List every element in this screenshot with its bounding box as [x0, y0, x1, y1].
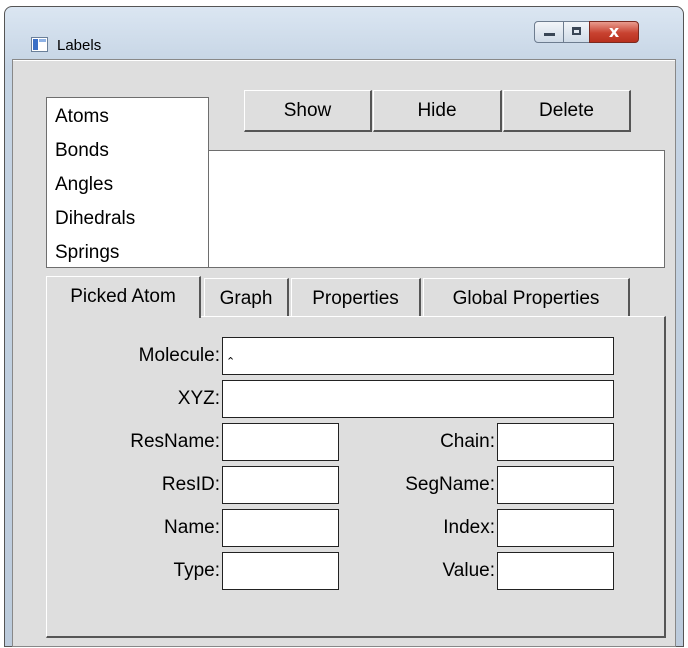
resid-label: ResID: — [161, 474, 220, 495]
segname-field[interactable] — [497, 466, 614, 504]
index-field[interactable] — [497, 509, 614, 547]
value-field[interactable] — [497, 552, 614, 590]
type-field[interactable] — [222, 552, 339, 590]
picked-atom-panel: Molecule: ⌃ XYZ: ResName: Chain: ResID: … — [46, 316, 666, 638]
value-label: Value: — [442, 560, 495, 581]
molecule-label: Molecule: — [138, 345, 220, 366]
list-item-springs[interactable]: Springs — [47, 239, 208, 273]
resname-label: ResName: — [130, 431, 220, 452]
segname-label: SegName: — [405, 474, 495, 495]
labels-window: Labels x Atoms Bonds Angles Dihedrals Sp… — [4, 6, 684, 647]
resid-field[interactable] — [222, 466, 339, 504]
tab-global-properties[interactable]: Global Properties — [423, 278, 630, 316]
name-label: Name: — [164, 517, 220, 538]
client-area: Atoms Bonds Angles Dihedrals Springs Sho… — [12, 59, 676, 647]
chain-label: Chain: — [440, 431, 495, 452]
labels-listbox[interactable] — [203, 150, 665, 268]
window-title: Labels — [57, 37, 102, 54]
list-item-angles[interactable]: Angles — [47, 171, 208, 205]
index-label: Index: — [443, 517, 495, 538]
delete-button[interactable]: Delete — [503, 90, 631, 132]
maximize-button[interactable] — [563, 21, 590, 43]
tab-graph[interactable]: Graph — [204, 278, 289, 316]
close-icon: x — [608, 22, 620, 41]
tab-properties[interactable]: Properties — [291, 278, 421, 316]
minimize-button[interactable] — [534, 21, 564, 43]
resname-field[interactable] — [222, 423, 339, 461]
chain-field[interactable] — [497, 423, 614, 461]
label-type-list[interactable]: Atoms Bonds Angles Dihedrals Springs — [46, 97, 209, 268]
window-app-icon[interactable] — [31, 37, 48, 52]
name-field[interactable] — [222, 509, 339, 547]
hide-button[interactable]: Hide — [373, 90, 502, 132]
tab-picked-atom[interactable]: Picked Atom — [46, 276, 201, 318]
title-bar[interactable]: Labels x — [5, 7, 683, 59]
close-button[interactable]: x — [589, 21, 639, 43]
mouse-cursor-icon: ⌃ — [226, 356, 236, 368]
show-button[interactable]: Show — [244, 90, 372, 132]
list-item-dihedrals[interactable]: Dihedrals — [47, 205, 208, 239]
type-label: Type: — [173, 560, 220, 581]
xyz-field[interactable] — [222, 380, 614, 418]
xyz-label: XYZ: — [177, 388, 220, 409]
molecule-field[interactable] — [222, 337, 614, 375]
list-item-atoms[interactable]: Atoms — [47, 103, 208, 137]
list-item-bonds[interactable]: Bonds — [47, 137, 208, 171]
